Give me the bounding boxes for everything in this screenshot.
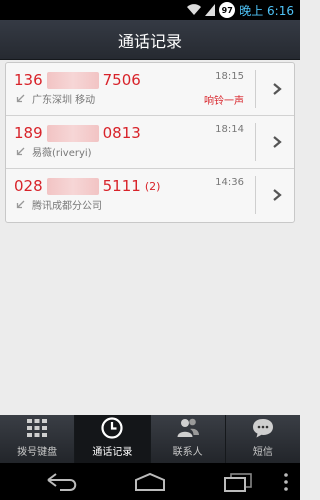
call-count: (2): [144, 179, 161, 193]
recent-apps-icon[interactable]: [222, 471, 254, 493]
chevron-right-icon[interactable]: [268, 186, 286, 204]
chevron-right-icon[interactable]: [268, 80, 286, 98]
tab-call-log[interactable]: 通话记录: [75, 415, 151, 463]
status-time: 晚上 6:16: [239, 3, 294, 18]
chevron-right-icon[interactable]: [268, 133, 286, 151]
call-log-item[interactable]: 136 7506 广东深圳 移动 18:15 响铃一声: [6, 63, 294, 116]
tab-contacts[interactable]: 联系人: [151, 415, 226, 463]
wifi-icon: [187, 4, 202, 16]
number-prefix: 136: [14, 71, 43, 89]
number-redacted: [46, 71, 99, 89]
tab-label: 通话记录: [92, 447, 133, 458]
number-suffix: 5111: [102, 177, 141, 195]
title-bar: 通话记录: [0, 20, 300, 60]
call-log-item[interactable]: 189 0813 易薇(riveryi) 18:14: [6, 116, 294, 169]
missed-call-icon: [16, 94, 25, 103]
call-location: 广东深圳 移动: [32, 95, 96, 106]
number-suffix: 0813: [102, 124, 141, 142]
tab-label: 短信: [252, 447, 273, 458]
signal-icon: [205, 4, 216, 16]
call-time: 18:14: [215, 124, 244, 135]
contacts-icon: [177, 418, 199, 437]
call-log-list: 136 7506 广东深圳 移动 18:15 响铃一声 189 0813 易薇(…: [5, 62, 295, 223]
missed-call-icon: [16, 200, 25, 209]
call-number: 136 7506: [14, 70, 141, 90]
call-time: 14:36: [215, 177, 244, 188]
divider: [255, 123, 256, 161]
bottom-tab-bar: 拨号键盘 通话记录 联系人 短信: [0, 415, 300, 463]
divider: [255, 70, 256, 108]
clock-icon: [101, 417, 123, 439]
call-number: 028 5111 (2): [14, 176, 160, 196]
number-redacted: [46, 177, 99, 195]
message-icon: [252, 419, 273, 438]
call-location: 易薇(riveryi): [32, 148, 92, 159]
tab-label: 联系人: [172, 447, 203, 458]
missed-call-icon: [16, 147, 25, 156]
number-prefix: 028: [14, 177, 43, 195]
status-bar: 97 晚上 6:16: [0, 0, 300, 20]
divider: [255, 176, 256, 214]
number-suffix: 7506: [102, 71, 141, 89]
call-status: 响铃一声: [204, 96, 244, 107]
tab-messages[interactable]: 短信: [226, 415, 300, 463]
tab-dialpad[interactable]: 拨号键盘: [0, 415, 76, 463]
back-icon[interactable]: [44, 471, 80, 493]
status-icons: 97 晚上 6:16: [187, 2, 294, 18]
dialpad-icon: [27, 419, 48, 437]
overflow-menu-icon[interactable]: [283, 472, 289, 492]
call-number: 189 0813: [14, 123, 141, 143]
call-log-item[interactable]: 028 5111 (2) 腾讯成都分公司 14:36: [6, 169, 294, 222]
home-icon[interactable]: [132, 471, 168, 493]
tab-label: 拨号键盘: [17, 447, 58, 458]
navigation-bar: [0, 463, 300, 500]
page-title: 通话记录: [117, 31, 182, 51]
call-location: 腾讯成都分公司: [32, 201, 102, 212]
number-prefix: 189: [14, 124, 43, 142]
call-time: 18:15: [215, 71, 244, 82]
number-redacted: [46, 124, 99, 142]
battery-icon: 97: [219, 2, 236, 18]
